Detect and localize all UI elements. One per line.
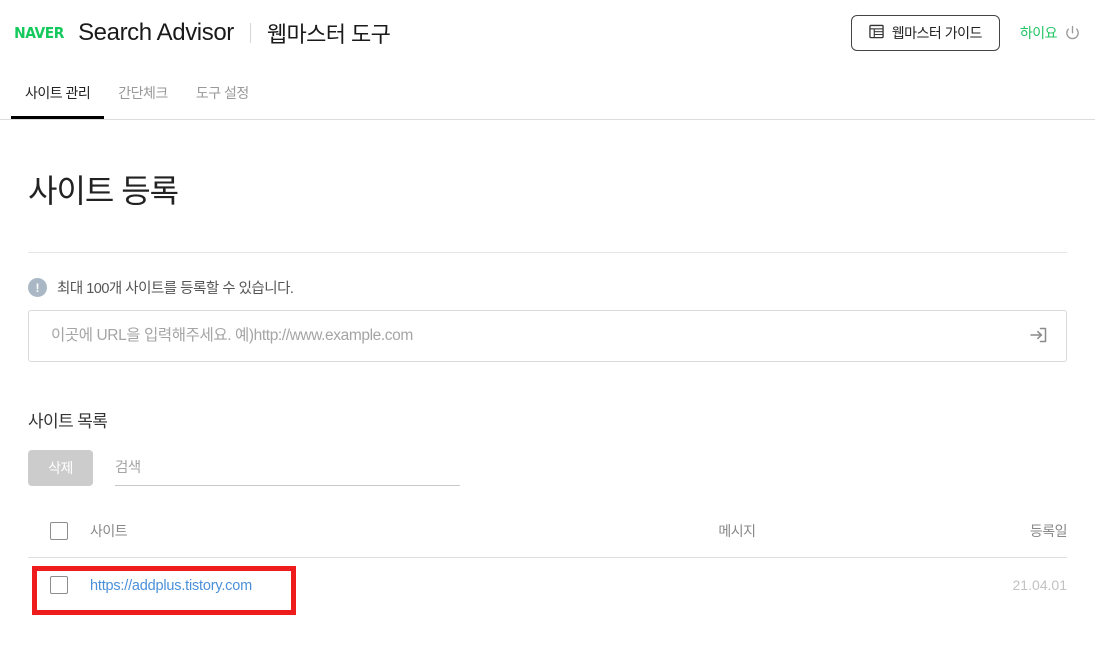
- select-all-checkbox[interactable]: [50, 522, 68, 541]
- row-checkbox[interactable]: [50, 576, 68, 595]
- url-register-row: [28, 310, 1067, 362]
- table-row: https://addplus.tistory.com 21.04.01: [28, 558, 1067, 613]
- search-field-wrapper: [115, 450, 460, 486]
- url-input[interactable]: [29, 311, 1010, 361]
- title-divider: [28, 252, 1067, 253]
- delete-button[interactable]: 삭제: [28, 450, 93, 486]
- naver-logo: NAVER: [14, 24, 64, 42]
- site-list-controls: 삭제: [28, 450, 1067, 486]
- notice-row: ! 최대 100개 사이트를 등록할 수 있습니다.: [28, 277, 1067, 298]
- header-select-all: [28, 511, 90, 558]
- row-date-cell: 21.04.01: [947, 558, 1068, 613]
- webmaster-guide-button[interactable]: 웹마스터 가이드: [850, 15, 1000, 51]
- tab-tool-settings[interactable]: 도구 설정: [182, 66, 263, 119]
- header-divider: [249, 23, 251, 43]
- power-icon[interactable]: [1064, 25, 1081, 42]
- row-date: 21.04.01: [1012, 577, 1068, 594]
- header-date: 등록일: [947, 511, 1068, 558]
- site-table-body: https://addplus.tistory.com 21.04.01: [28, 558, 1067, 613]
- tab-quick-check[interactable]: 간단체크: [104, 66, 182, 119]
- tab-site-management-label: 사이트 관리: [25, 84, 91, 101]
- row-message-cell: [527, 558, 947, 613]
- user-name[interactable]: 하이요: [1020, 23, 1058, 43]
- user-area: 하이요: [1020, 23, 1081, 43]
- main-tabbar: 사이트 관리 간단체크 도구 설정: [0, 66, 1095, 120]
- page-title: 사이트 등록: [28, 173, 179, 209]
- brand-name: Search Advisor: [78, 19, 234, 46]
- tab-tool-settings-label: 도구 설정: [195, 84, 249, 101]
- search-input[interactable]: [115, 459, 460, 476]
- table-grid-icon: [869, 24, 884, 42]
- site-table: 사이트 메시지 등록일 https://addplus.tistory.com …: [28, 511, 1068, 613]
- webmaster-guide-label: 웹마스터 가이드: [891, 25, 983, 41]
- tab-site-management[interactable]: 사이트 관리: [11, 66, 105, 119]
- site-list-heading: 사이트 목록: [28, 412, 108, 431]
- tab-quick-check-label: 간단체크: [118, 84, 168, 101]
- page-root: NAVER Search Advisor 웹마스터 도구 웹마스터 가이드 하이…: [0, 0, 1095, 651]
- header-site: 사이트: [90, 511, 527, 558]
- enter-arrow-icon: [1027, 324, 1049, 349]
- exclamation-circle-icon: !: [28, 278, 47, 297]
- site-link[interactable]: https://addplus.tistory.com: [90, 578, 252, 594]
- service-name: 웹마스터 도구: [266, 22, 391, 47]
- site-table-head: 사이트 메시지 등록일: [28, 511, 1068, 558]
- notice-text: 최대 100개 사이트를 등록할 수 있습니다.: [57, 281, 294, 297]
- url-submit-button[interactable]: [1010, 311, 1066, 361]
- header-message: 메시지: [527, 511, 947, 558]
- main-content: 사이트 등록 ! 최대 100개 사이트를 등록할 수 있습니다. 사이트 목록…: [0, 120, 1095, 612]
- header-right-group: 웹마스터 가이드 하이요: [850, 0, 1081, 66]
- row-site-cell: https://addplus.tistory.com: [90, 558, 527, 613]
- table-header-row: 사이트 메시지 등록일: [28, 511, 1068, 558]
- app-header: NAVER Search Advisor 웹마스터 도구 웹마스터 가이드 하이…: [0, 0, 1095, 66]
- row-select-cell: [28, 558, 90, 613]
